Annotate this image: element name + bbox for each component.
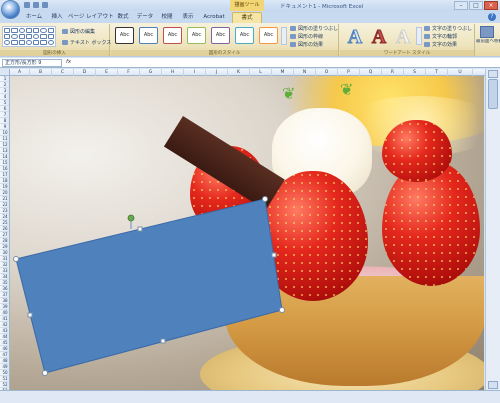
rectangle-shape-layer [13, 196, 285, 376]
office-button[interactable] [1, 0, 20, 19]
rectangle-shape[interactable] [15, 198, 283, 374]
resize-handle[interactable] [13, 256, 19, 262]
scroll-down-arrow[interactable] [488, 381, 498, 389]
resize-handle[interactable] [262, 196, 268, 202]
vertical-scrollbar[interactable] [485, 69, 500, 390]
resize-handle[interactable] [160, 338, 166, 344]
resize-handle[interactable] [279, 307, 285, 313]
rotation-handle[interactable] [127, 214, 135, 222]
resize-handle[interactable] [137, 226, 143, 232]
sheet-tab-bar [0, 390, 500, 403]
scroll-up-arrow[interactable] [488, 70, 498, 78]
resize-handle[interactable] [27, 312, 33, 318]
resize-handle[interactable] [271, 252, 277, 258]
scroll-thumb[interactable] [488, 79, 498, 109]
resize-handle[interactable] [42, 370, 48, 376]
